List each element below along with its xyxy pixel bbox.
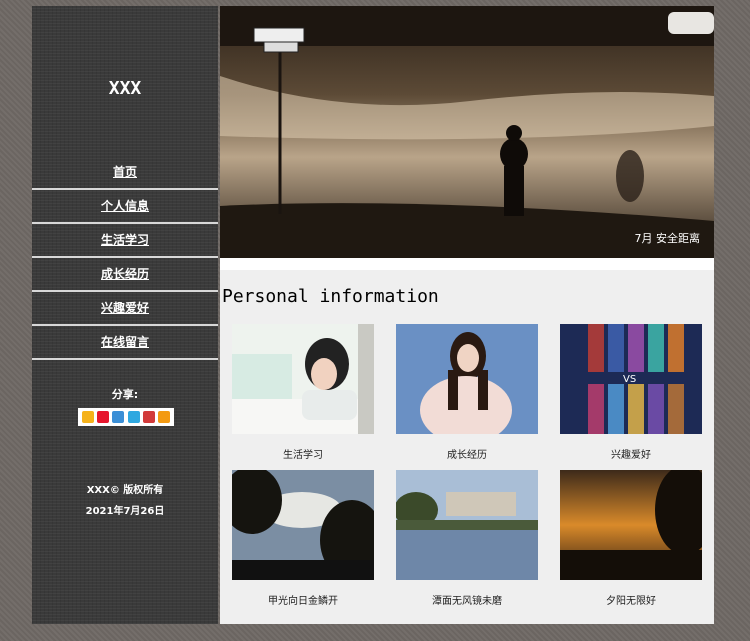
gallery-card-sunlight[interactable]: 甲光向日金鳞开 [232, 470, 374, 607]
page: XXX 首页 个人信息 生活学习 成长经历 兴趣爱好 在线留言 分享: XXX©… [32, 6, 714, 624]
qzone-icon[interactable] [81, 411, 94, 423]
nav-guestbook[interactable]: 在线留言 [32, 326, 218, 360]
share-bar [78, 408, 174, 426]
renren-icon[interactable] [142, 411, 155, 423]
nav-hobbies[interactable]: 兴趣爱好 [32, 292, 218, 326]
banner-image: 7月 安全距离 [220, 6, 714, 258]
card-caption: 潭面无风镜未磨 [432, 596, 502, 607]
card-caption: 甲光向日金鳞开 [268, 596, 338, 607]
gallery-card-growth[interactable]: 成长经历 [396, 324, 538, 461]
footer-info: XXX© 版权所有 2021年7月26日 [32, 480, 218, 522]
game-heroes-photo: VS [560, 324, 702, 434]
girl-portrait-photo [396, 324, 538, 434]
more-icon[interactable] [158, 411, 171, 423]
gallery-card-life-study[interactable]: 生活学习 [232, 324, 374, 461]
banner-caption: 7月 安全距离 [634, 232, 701, 245]
copyright-text: XXX© 版权所有 [86, 485, 164, 496]
gallery-card-hobbies[interactable]: VS 兴趣爱好 [560, 324, 702, 461]
divider [220, 258, 714, 270]
weibo-icon[interactable] [96, 411, 109, 423]
section-title: Personal information [222, 286, 439, 307]
girl-in-bed-photo [232, 324, 374, 434]
svg-text:VS: VS [623, 374, 636, 385]
nav-home[interactable]: 首页 [32, 156, 218, 190]
card-caption: 夕阳无限好 [606, 596, 656, 607]
date-text: 2021年7月26日 [85, 506, 165, 517]
sidebar: XXX 首页 个人信息 生活学习 成长经历 兴趣爱好 在线留言 分享: XXX©… [32, 6, 218, 624]
share-label: 分享: [111, 388, 139, 401]
card-caption: 兴趣爱好 [611, 450, 651, 461]
nav-menu: 首页 个人信息 生活学习 成长经历 兴趣爱好 在线留言 [32, 156, 218, 360]
tree-sunlight-photo [232, 470, 374, 580]
gallery-card-sunset[interactable]: 夕阳无限好 [560, 470, 702, 607]
nav-personal-info[interactable]: 个人信息 [32, 190, 218, 224]
sunset-photo [560, 470, 702, 580]
nav-growth[interactable]: 成长经历 [32, 258, 218, 292]
tencent-icon[interactable] [112, 411, 125, 423]
nav-life-study[interactable]: 生活学习 [32, 224, 218, 258]
card-caption: 生活学习 [283, 450, 323, 461]
gallery-card-lake[interactable]: 潭面无风镜未磨 [396, 470, 538, 607]
main-content: 7月 安全距离 Personal information 生活学习 成长经历 V… [220, 6, 714, 624]
qq-icon[interactable] [127, 411, 140, 423]
site-title: XXX [108, 78, 142, 99]
lake-reflection-photo [396, 470, 538, 580]
card-caption: 成长经历 [447, 450, 487, 461]
